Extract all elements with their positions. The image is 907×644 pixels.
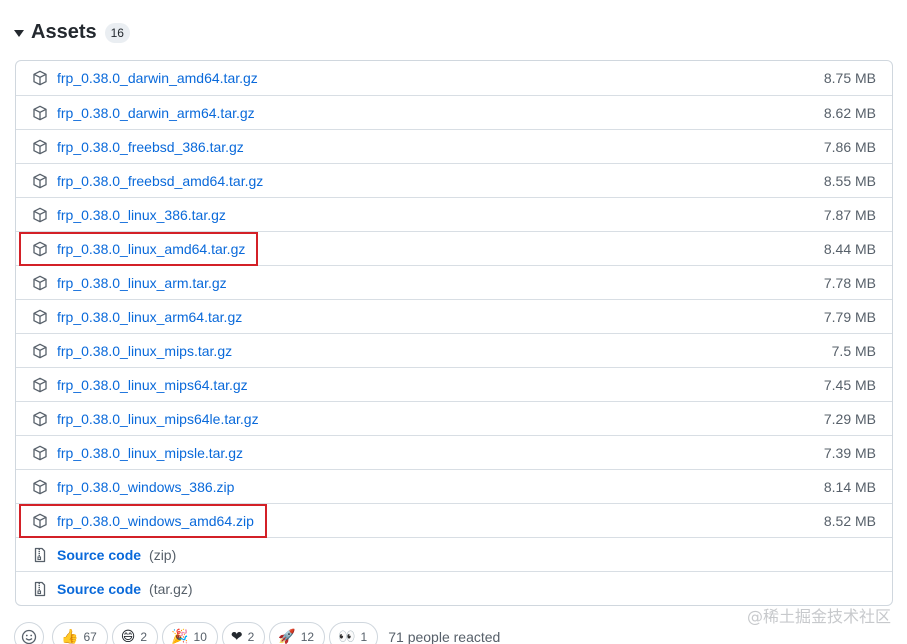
package-icon [32, 173, 48, 189]
asset-size: 8.75 MB [823, 70, 876, 86]
source-code-format: (zip) [149, 546, 177, 563]
asset-download-link[interactable]: frp_0.38.0_darwin_arm64.tar.gz [57, 105, 255, 121]
asset-size: 8.62 MB [823, 104, 876, 121]
asset-row: frp_0.38.0_darwin_arm64.tar.gz 8.62 MB [16, 95, 892, 129]
asset-size: 7.5 MB [831, 342, 876, 359]
asset-size: 8.44 MB [823, 240, 876, 257]
heart-icon: ❤ [230, 629, 243, 644]
assets-toggle[interactable]: Assets 16 [14, 18, 130, 46]
package-icon [32, 275, 48, 291]
package-icon [32, 309, 48, 325]
hooray-icon: 🎉 [171, 629, 189, 644]
asset-row: frp_0.38.0_linux_mipsle.tar.gz 7.39 MB [16, 435, 892, 469]
source-code-row: Source code (zip) [16, 537, 892, 571]
asset-download-link[interactable]: frp_0.38.0_freebsd_amd64.tar.gz [57, 173, 263, 189]
package-icon [32, 513, 48, 529]
file-zip-icon [32, 547, 48, 563]
asset-row: frp_0.38.0_linux_arm.tar.gz 7.78 MB [16, 265, 892, 299]
asset-download-link[interactable]: frp_0.38.0_linux_mips64le.tar.gz [57, 411, 259, 427]
thumbs-up-icon: 👍 [61, 629, 79, 644]
watermark: @稀土掘金技术社区 [746, 607, 891, 626]
asset-size: 7.39 MB [823, 444, 876, 461]
source-code-link[interactable]: Source code [57, 547, 141, 563]
assets-title: Assets [31, 20, 97, 43]
asset-download-link[interactable]: frp_0.38.0_linux_386.tar.gz [57, 207, 226, 223]
asset-row: frp_0.38.0_linux_amd64.tar.gz 8.44 MB [16, 231, 892, 265]
package-icon [32, 411, 48, 427]
reactions-summary: 71 people reacted [388, 629, 501, 644]
reaction-button[interactable]: 👍 67 [52, 622, 108, 644]
asset-row: frp_0.38.0_linux_mips64le.tar.gz 7.29 MB [16, 401, 892, 435]
file-zip-icon [32, 581, 48, 597]
asset-size: 8.55 MB [823, 172, 876, 189]
asset-download-link[interactable]: frp_0.38.0_linux_mips.tar.gz [57, 343, 232, 359]
asset-size: 7.86 MB [823, 138, 876, 155]
rocket-icon: 🚀 [278, 629, 296, 644]
asset-row: frp_0.38.0_windows_386.zip 8.14 MB [16, 469, 892, 503]
laugh-icon: 😄 [120, 629, 136, 644]
asset-size: 7.29 MB [823, 410, 876, 427]
package-icon [32, 207, 48, 223]
asset-download-link[interactable]: frp_0.38.0_darwin_amd64.tar.gz [57, 70, 258, 86]
package-icon [32, 241, 48, 257]
asset-download-link[interactable]: frp_0.38.0_windows_386.zip [57, 479, 234, 495]
reaction-count: 2 [247, 630, 255, 644]
asset-download-link[interactable]: frp_0.38.0_freebsd_386.tar.gz [57, 139, 244, 155]
asset-size: 7.87 MB [823, 206, 876, 223]
source-code-format: (tar.gz) [149, 580, 193, 597]
reaction-button[interactable]: 👀 1 [329, 622, 379, 644]
asset-download-link[interactable]: frp_0.38.0_linux_mipsle.tar.gz [57, 445, 243, 461]
asset-row: frp_0.38.0_windows_amd64.zip 8.52 MB [16, 503, 892, 537]
package-icon [32, 479, 48, 495]
asset-download-link[interactable]: frp_0.38.0_linux_arm64.tar.gz [57, 309, 242, 325]
eyes-icon: 👀 [338, 629, 356, 644]
package-icon [32, 105, 48, 121]
package-icon [32, 343, 48, 359]
reaction-count: 10 [193, 630, 207, 644]
reaction-count: 12 [300, 630, 315, 644]
source-code-link[interactable]: Source code [57, 581, 141, 597]
caret-down-icon [14, 29, 24, 37]
reaction-button[interactable]: 🎉 10 [162, 622, 218, 644]
asset-size: 7.78 MB [823, 274, 876, 291]
asset-size: 7.79 MB [823, 308, 876, 325]
asset-row: frp_0.38.0_linux_386.tar.gz 7.87 MB [16, 197, 892, 231]
asset-size: 8.14 MB [823, 478, 876, 495]
assets-list: frp_0.38.0_darwin_amd64.tar.gz 8.75 MB frp… [15, 60, 893, 606]
package-icon [32, 139, 48, 155]
add-reaction-button[interactable] [14, 622, 44, 644]
reactions-bar: 👍 67 😄 2 🎉 10 ❤ 2 🚀 12 👀 1 71 people reacted [14, 622, 500, 644]
asset-row: frp_0.38.0_freebsd_amd64.tar.gz 8.55 MB [16, 163, 892, 197]
reaction-count: 2 [140, 630, 148, 644]
asset-row: frp_0.38.0_freebsd_386.tar.gz 7.86 MB [16, 129, 892, 163]
asset-download-link[interactable]: frp_0.38.0_linux_mips64.tar.gz [57, 377, 248, 393]
package-icon [32, 377, 48, 393]
reaction-button[interactable]: ❤ 2 [221, 622, 266, 644]
reaction-button[interactable]: 😄 2 [111, 622, 159, 644]
asset-row: frp_0.38.0_linux_mips64.tar.gz 7.45 MB [16, 367, 892, 401]
reaction-count: 1 [360, 630, 368, 644]
reaction-count: 67 [83, 630, 97, 644]
asset-download-link[interactable]: frp_0.38.0_windows_amd64.zip [57, 513, 254, 529]
smiley-icon [21, 629, 37, 644]
asset-row: frp_0.38.0_linux_arm64.tar.gz 7.79 MB [16, 299, 892, 333]
asset-size: 7.45 MB [823, 376, 876, 393]
asset-download-link[interactable]: frp_0.38.0_linux_arm.tar.gz [57, 275, 227, 291]
package-icon [32, 70, 48, 86]
assets-count-badge: 16 [104, 23, 130, 43]
source-code-row: Source code (tar.gz) [16, 571, 892, 605]
asset-size: 8.52 MB [823, 512, 876, 529]
asset-row: frp_0.38.0_linux_mips.tar.gz 7.5 MB [16, 333, 892, 367]
asset-download-link[interactable]: frp_0.38.0_linux_amd64.tar.gz [57, 241, 245, 257]
package-icon [32, 445, 48, 461]
asset-row: frp_0.38.0_darwin_amd64.tar.gz 8.75 MB [16, 61, 892, 95]
reaction-button[interactable]: 🚀 12 [269, 622, 326, 644]
